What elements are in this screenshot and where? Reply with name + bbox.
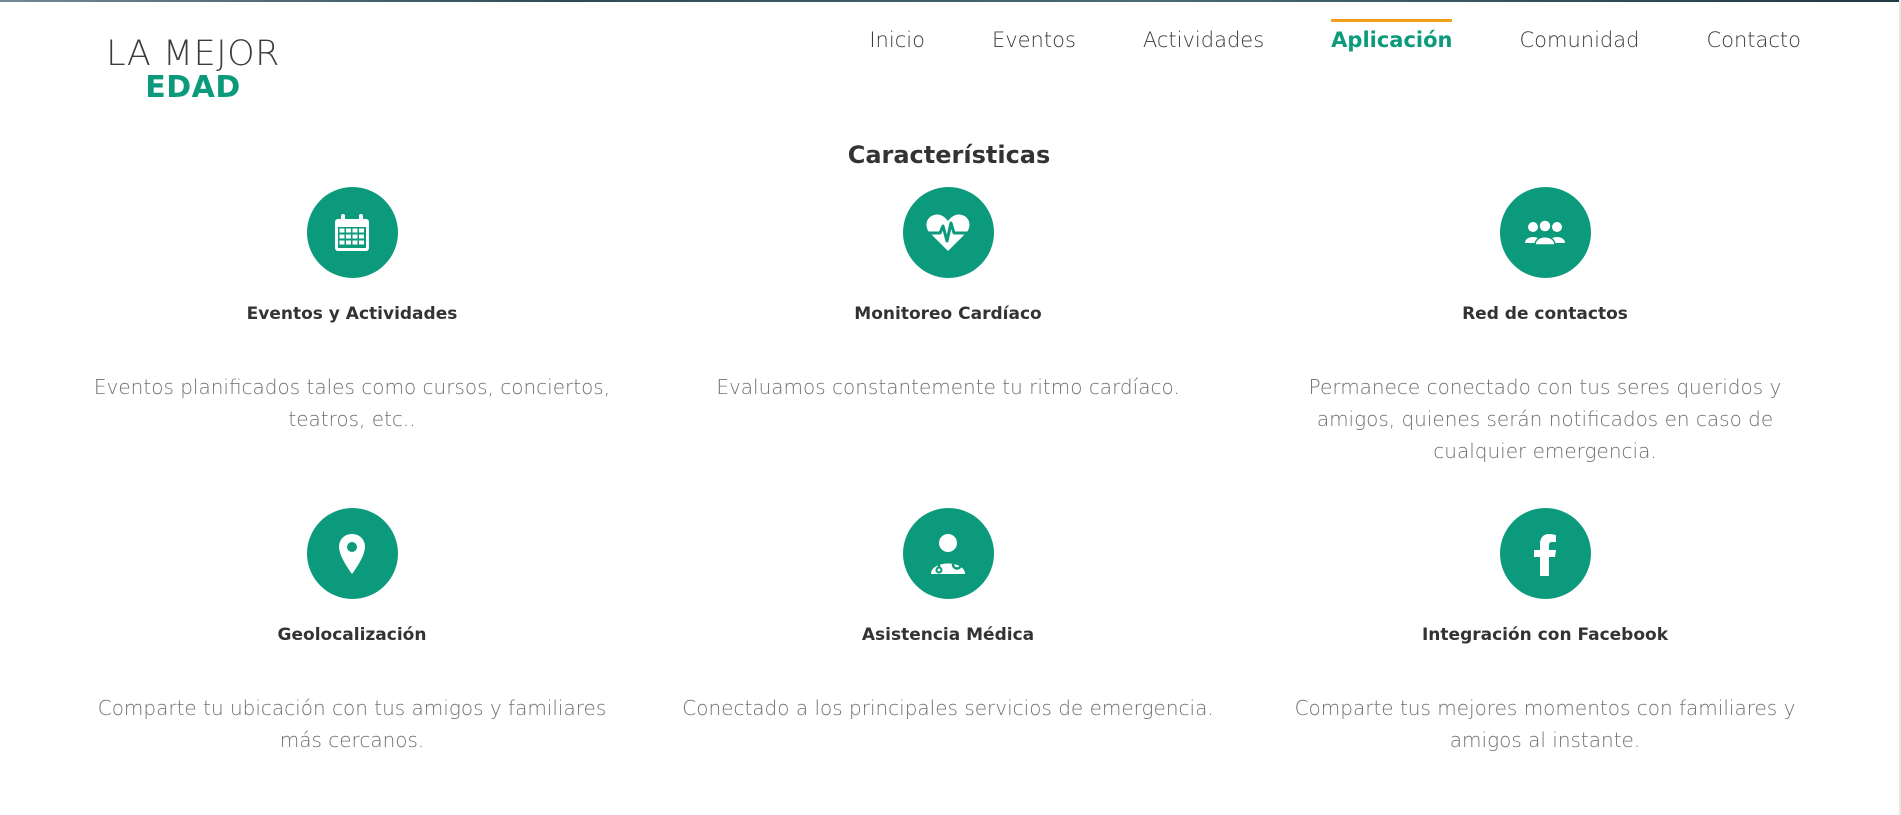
logo-line1: LA MEJOR xyxy=(106,34,280,74)
feature-description: Conectado a los principales servicios de… xyxy=(682,696,1214,720)
feature-card-facebook: Integración con Facebook Comparte tus me… xyxy=(1265,508,1825,756)
feature-card-heart: Monitoreo Cardíaco Evaluamos constanteme… xyxy=(668,187,1228,403)
top-border xyxy=(0,0,1901,2)
feature-title: Monitoreo Cardíaco xyxy=(854,304,1042,324)
feature-title: Geolocalización xyxy=(277,625,427,645)
nav-item-inicio[interactable]: Inicio xyxy=(869,19,925,52)
feature-description: Comparte tu ubicación con tus amigos y f… xyxy=(97,696,607,752)
calendar-icon xyxy=(306,187,398,278)
feature-description: Permanece conectado con tus seres querid… xyxy=(1308,375,1782,463)
feature-card-contacts: Red de contactos Permanece conectado con… xyxy=(1265,187,1825,467)
nav-item-actividades[interactable]: Actividades xyxy=(1143,19,1264,52)
feature-description: Evaluamos constantemente tu ritmo cardía… xyxy=(716,375,1180,399)
site-logo[interactable]: LA MEJOR EDAD xyxy=(98,36,288,106)
feature-title: Eventos y Actividades xyxy=(246,304,458,324)
feature-description: Comparte tus mejores momentos con famili… xyxy=(1294,696,1796,752)
nav-item-aplicacion[interactable]: Aplicación xyxy=(1331,19,1453,52)
feature-title: Integración con Facebook xyxy=(1421,625,1669,645)
doctor-icon xyxy=(902,508,994,599)
feature-card-medical: Asistencia Médica Conectado a los princi… xyxy=(668,508,1228,724)
facebook-icon xyxy=(1499,508,1591,599)
feature-card-geo: Geolocalización Comparte tu ubicación co… xyxy=(72,508,632,756)
feature-title: Red de contactos xyxy=(1462,304,1628,324)
feature-description: Eventos planificados tales como cursos, … xyxy=(93,375,611,431)
heart-pulse-icon xyxy=(902,187,994,278)
nav-item-comunidad[interactable]: Comunidad xyxy=(1519,19,1639,52)
section-title: Características xyxy=(847,140,1051,169)
nav-item-eventos[interactable]: Eventos xyxy=(992,19,1076,52)
feature-card-events: Eventos y Actividades Eventos planificad… xyxy=(72,187,632,435)
map-marker-icon xyxy=(306,508,398,599)
main-nav: Inicio Eventos Actividades Aplicación Co… xyxy=(802,19,1801,59)
users-icon xyxy=(1499,187,1591,278)
feature-title: Asistencia Médica xyxy=(861,625,1035,645)
logo-line2: EDAD xyxy=(145,70,241,105)
nav-item-contacto[interactable]: Contacto xyxy=(1706,19,1801,52)
